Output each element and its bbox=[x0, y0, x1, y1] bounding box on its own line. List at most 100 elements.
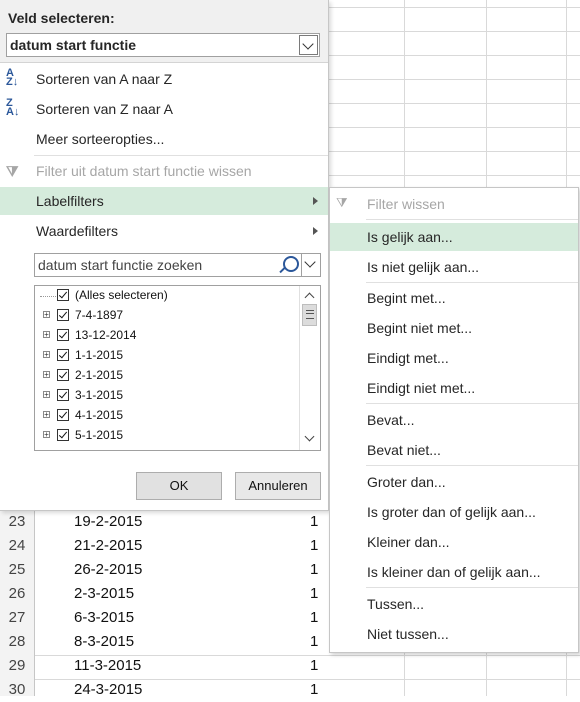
cell-date[interactable]: 8-3-2015 bbox=[74, 630, 134, 654]
cell-count[interactable]: 1 bbox=[310, 630, 318, 654]
cell-date[interactable]: 21-2-2015 bbox=[74, 534, 142, 558]
submenu-ends[interactable]: Eindigt met... bbox=[330, 344, 578, 372]
checkbox[interactable] bbox=[57, 429, 69, 441]
row-number: 25 bbox=[8, 561, 26, 578]
submenu-clear-filter-label: Filter wissen bbox=[367, 196, 445, 212]
ok-button[interactable]: OK bbox=[136, 472, 222, 500]
checkbox[interactable] bbox=[57, 389, 69, 401]
submenu-not-begins[interactable]: Begint niet met... bbox=[330, 314, 578, 342]
list-item[interactable]: + 7-4-1897 bbox=[35, 306, 295, 326]
checkbox[interactable] bbox=[57, 409, 69, 421]
cell-date[interactable]: 11-3-2015 bbox=[74, 654, 141, 678]
list-item[interactable]: (Alles selecteren) bbox=[35, 286, 295, 306]
scroll-down-icon[interactable] bbox=[304, 431, 315, 442]
scroll-up-icon[interactable] bbox=[304, 292, 315, 303]
list-item[interactable]: + 13-12-2014 bbox=[35, 326, 295, 346]
checkbox[interactable] bbox=[57, 349, 69, 361]
submenu-equals[interactable]: Is gelijk aan... bbox=[330, 223, 578, 251]
expand-icon[interactable]: + bbox=[43, 331, 50, 339]
submenu-not-ends[interactable]: Eindigt niet met... bbox=[330, 374, 578, 402]
cell-count[interactable]: 1 bbox=[310, 654, 318, 678]
field-select-value: datum start functie bbox=[10, 37, 137, 53]
list-item[interactable]: + 2-1-2015 bbox=[35, 366, 295, 386]
menu-separator bbox=[34, 155, 328, 156]
cell-date[interactable]: 26-2-2015 bbox=[74, 558, 142, 582]
list-item[interactable]: + 5-1-2015 bbox=[35, 426, 295, 446]
cell-count[interactable]: 1 bbox=[310, 510, 318, 534]
submenu-contains[interactable]: Bevat... bbox=[330, 406, 578, 434]
submenu-not-between-label: Niet tussen... bbox=[367, 626, 449, 642]
search-input[interactable]: datum start functie zoeken bbox=[34, 253, 321, 277]
submenu-greater-label: Groter dan... bbox=[367, 474, 446, 490]
submenu-equals-label: Is gelijk aan... bbox=[367, 229, 453, 245]
checkbox[interactable] bbox=[57, 369, 69, 381]
cell-count[interactable]: 1 bbox=[310, 606, 318, 630]
list-item-label: 3-1-2015 bbox=[75, 388, 124, 402]
cell-date[interactable]: 2-3-2015 bbox=[74, 582, 134, 606]
menu-clear-filter[interactable]: ⧩ Filter uit datum start functie wissen bbox=[0, 157, 328, 185]
expand-icon[interactable]: + bbox=[43, 311, 50, 319]
menu-separator bbox=[366, 282, 578, 283]
menu-sort-az[interactable]: A Z↓ Sorteren van A naar Z bbox=[0, 65, 328, 93]
search-placeholder: datum start functie zoeken bbox=[38, 257, 203, 273]
submenu-begins[interactable]: Begint met... bbox=[330, 284, 578, 312]
checkbox[interactable] bbox=[57, 329, 69, 341]
submenu-less-eq-label: Is kleiner dan of gelijk aan... bbox=[367, 564, 541, 580]
submenu-between[interactable]: Tussen... bbox=[330, 590, 578, 618]
submenu-not-between[interactable]: Niet tussen... bbox=[330, 620, 578, 648]
menu-label-filters[interactable]: Labelfilters bbox=[0, 187, 328, 215]
table-row[interactable]: 30 24-3-2015 1 bbox=[0, 678, 330, 702]
scroll-thumb[interactable] bbox=[302, 304, 317, 326]
menu-sort-za[interactable]: Z A↓ Sorteren van Z naar A bbox=[0, 95, 328, 123]
scrollbar[interactable] bbox=[299, 286, 320, 450]
table-row[interactable]: 25 26-2-2015 1 bbox=[0, 558, 330, 582]
cell-date[interactable]: 19-2-2015 bbox=[74, 510, 142, 534]
cell-date[interactable]: 24-3-2015 bbox=[74, 678, 142, 702]
filter-pane: Veld selecteren: datum start functie A Z↓… bbox=[0, 0, 329, 511]
expand-icon[interactable]: + bbox=[43, 391, 50, 399]
submenu-greater-eq[interactable]: Is groter dan of gelijk aan... bbox=[330, 498, 578, 526]
table-row[interactable]: 29 11-3-2015 1 bbox=[0, 654, 330, 678]
table-row[interactable]: 24 21-2-2015 1 bbox=[0, 534, 330, 558]
table-row[interactable]: 27 6-3-2015 1 bbox=[0, 606, 330, 630]
expand-icon[interactable]: + bbox=[43, 431, 50, 439]
menu-clear-filter-label: Filter uit datum start functie wissen bbox=[36, 163, 252, 179]
submenu-less-label: Kleiner dan... bbox=[367, 534, 450, 550]
submenu-not-equals[interactable]: Is niet gelijk aan... bbox=[330, 253, 578, 281]
value-list[interactable]: (Alles selecteren) + 7-4-1897 + 13-12-20… bbox=[34, 285, 321, 451]
cell-count[interactable]: 1 bbox=[310, 558, 318, 582]
submenu-greater[interactable]: Groter dan... bbox=[330, 468, 578, 496]
menu-sort-az-label: Sorteren van A naar Z bbox=[36, 71, 173, 87]
chevron-down-icon[interactable] bbox=[299, 35, 318, 55]
checkbox[interactable] bbox=[57, 309, 69, 321]
chevron-down-icon[interactable] bbox=[301, 254, 320, 276]
row-number: 26 bbox=[8, 585, 26, 602]
expand-icon[interactable]: + bbox=[43, 371, 50, 379]
cancel-button[interactable]: Annuleren bbox=[235, 472, 321, 500]
menu-more-sort[interactable]: Meer sorteeropties... bbox=[0, 125, 328, 153]
list-item[interactable]: + 1-1-2015 bbox=[35, 346, 295, 366]
list-item[interactable]: + 3-1-2015 bbox=[35, 386, 295, 406]
submenu-clear-filter[interactable]: ⧩ Filter wissen bbox=[330, 190, 578, 218]
cell-date[interactable]: 6-3-2015 bbox=[74, 606, 134, 630]
row-number: 30 bbox=[8, 681, 26, 698]
search-icon[interactable] bbox=[283, 256, 299, 272]
menu-value-filters[interactable]: Waardefilters bbox=[0, 217, 328, 245]
field-select-dropdown[interactable]: datum start functie bbox=[6, 33, 320, 57]
cell-count[interactable]: 1 bbox=[310, 678, 318, 702]
expand-icon[interactable]: + bbox=[43, 411, 50, 419]
checkbox[interactable] bbox=[57, 289, 69, 301]
cell-count[interactable]: 1 bbox=[310, 534, 318, 558]
table-row[interactable]: 28 8-3-2015 1 bbox=[0, 630, 330, 654]
cell-count[interactable]: 1 bbox=[310, 582, 318, 606]
list-item[interactable]: + 4-1-2015 bbox=[35, 406, 295, 426]
expand-icon[interactable]: + bbox=[43, 351, 50, 359]
list-item-label: 2-1-2015 bbox=[75, 368, 124, 382]
submenu-not-contains[interactable]: Bevat niet... bbox=[330, 436, 578, 464]
table-row[interactable]: 23 19-2-2015 1 bbox=[0, 510, 330, 534]
table-row[interactable]: 26 2-3-2015 1 bbox=[0, 582, 330, 606]
submenu-contains-label: Bevat... bbox=[367, 412, 415, 428]
submenu-less[interactable]: Kleiner dan... bbox=[330, 528, 578, 556]
row-number: 27 bbox=[8, 609, 26, 626]
submenu-less-eq[interactable]: Is kleiner dan of gelijk aan... bbox=[330, 558, 578, 586]
